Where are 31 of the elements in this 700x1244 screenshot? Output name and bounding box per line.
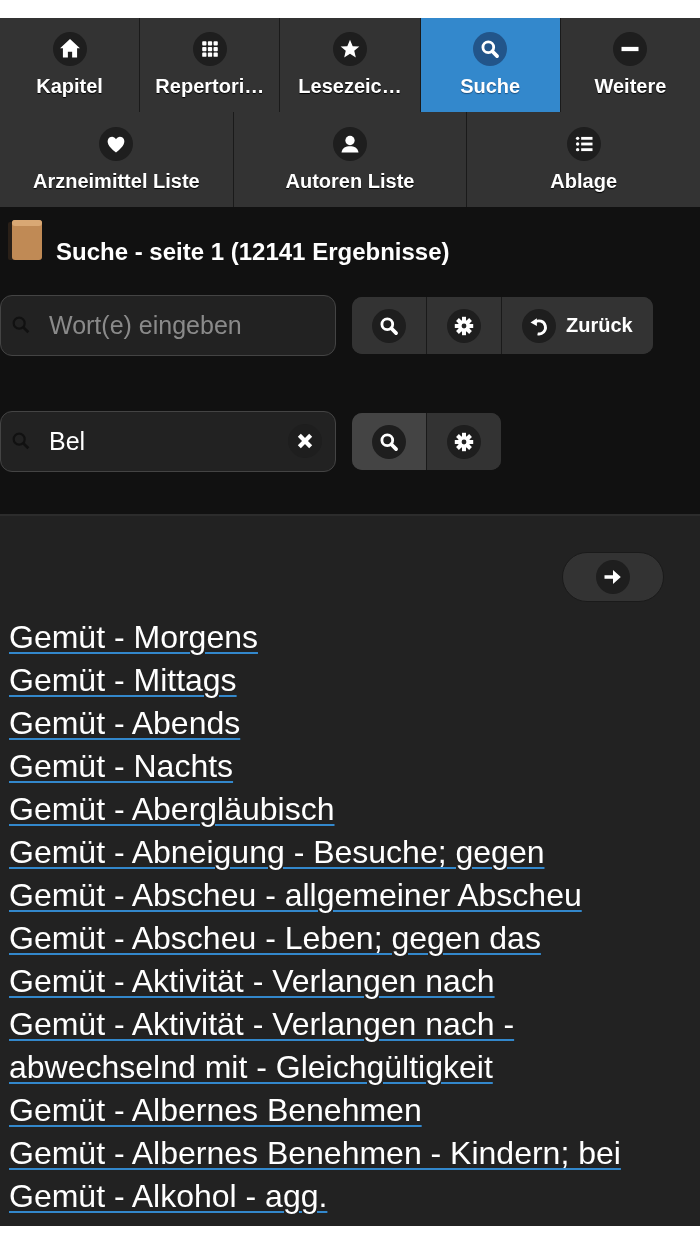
result-link[interactable]: Gemüt - Abscheu - Leben; gegen das — [9, 917, 541, 960]
minus-icon — [613, 32, 648, 66]
list-icon — [566, 126, 601, 161]
result-link[interactable]: Gemüt - Abends — [9, 702, 241, 745]
result-link[interactable]: Gemüt - Abscheu - allgemeiner Abscheu — [9, 874, 582, 917]
search-icon — [372, 424, 406, 459]
search-icon — [473, 32, 508, 66]
result-link[interactable]: Gemüt - Alkohol - agg. — [9, 1175, 328, 1218]
result-link[interactable]: Gemüt - Abneigung - Besuche; gegen — [9, 831, 545, 874]
arrow-right-icon — [596, 560, 630, 594]
result-link[interactable]: Gemüt - Morgens — [9, 616, 258, 659]
person-icon — [333, 126, 367, 161]
home-icon — [52, 32, 87, 66]
result-link[interactable]: Gemüt - Nachts — [9, 745, 234, 788]
book-icon — [8, 220, 42, 262]
settings-icon — [447, 308, 481, 343]
search-field[interactable]: Bel — [0, 411, 336, 472]
result-link[interactable]: Gemüt - Aktivität - Verlangen nach — [9, 960, 495, 1003]
result-link[interactable]: Gemüt - Albernes Benehmen - Kindern; bei — [9, 1132, 621, 1175]
result-link[interactable]: Gemüt - Abergläubisch — [9, 788, 335, 831]
result-link[interactable]: Gemüt - Aktivität - Verlangen nach - abwechselnd mit - Gleichgültigkeit — [9, 1003, 699, 1089]
search-field[interactable]: Wort(e) eingeben — [0, 295, 336, 356]
settings-icon — [447, 424, 481, 459]
search-button[interactable] — [352, 297, 427, 354]
search-icon — [372, 308, 406, 343]
result-link[interactable]: Gemüt - Albernes Benehmen — [9, 1089, 422, 1132]
search-button[interactable] — [352, 413, 427, 470]
result-link[interactable]: Gemüt - Mittags — [9, 659, 237, 702]
nav-tab[interactable]: Suche — [420, 18, 561, 112]
grid-icon — [192, 32, 227, 66]
page-title: Suche - seite 1 (12141 Ergebnisse) — [56, 238, 450, 266]
